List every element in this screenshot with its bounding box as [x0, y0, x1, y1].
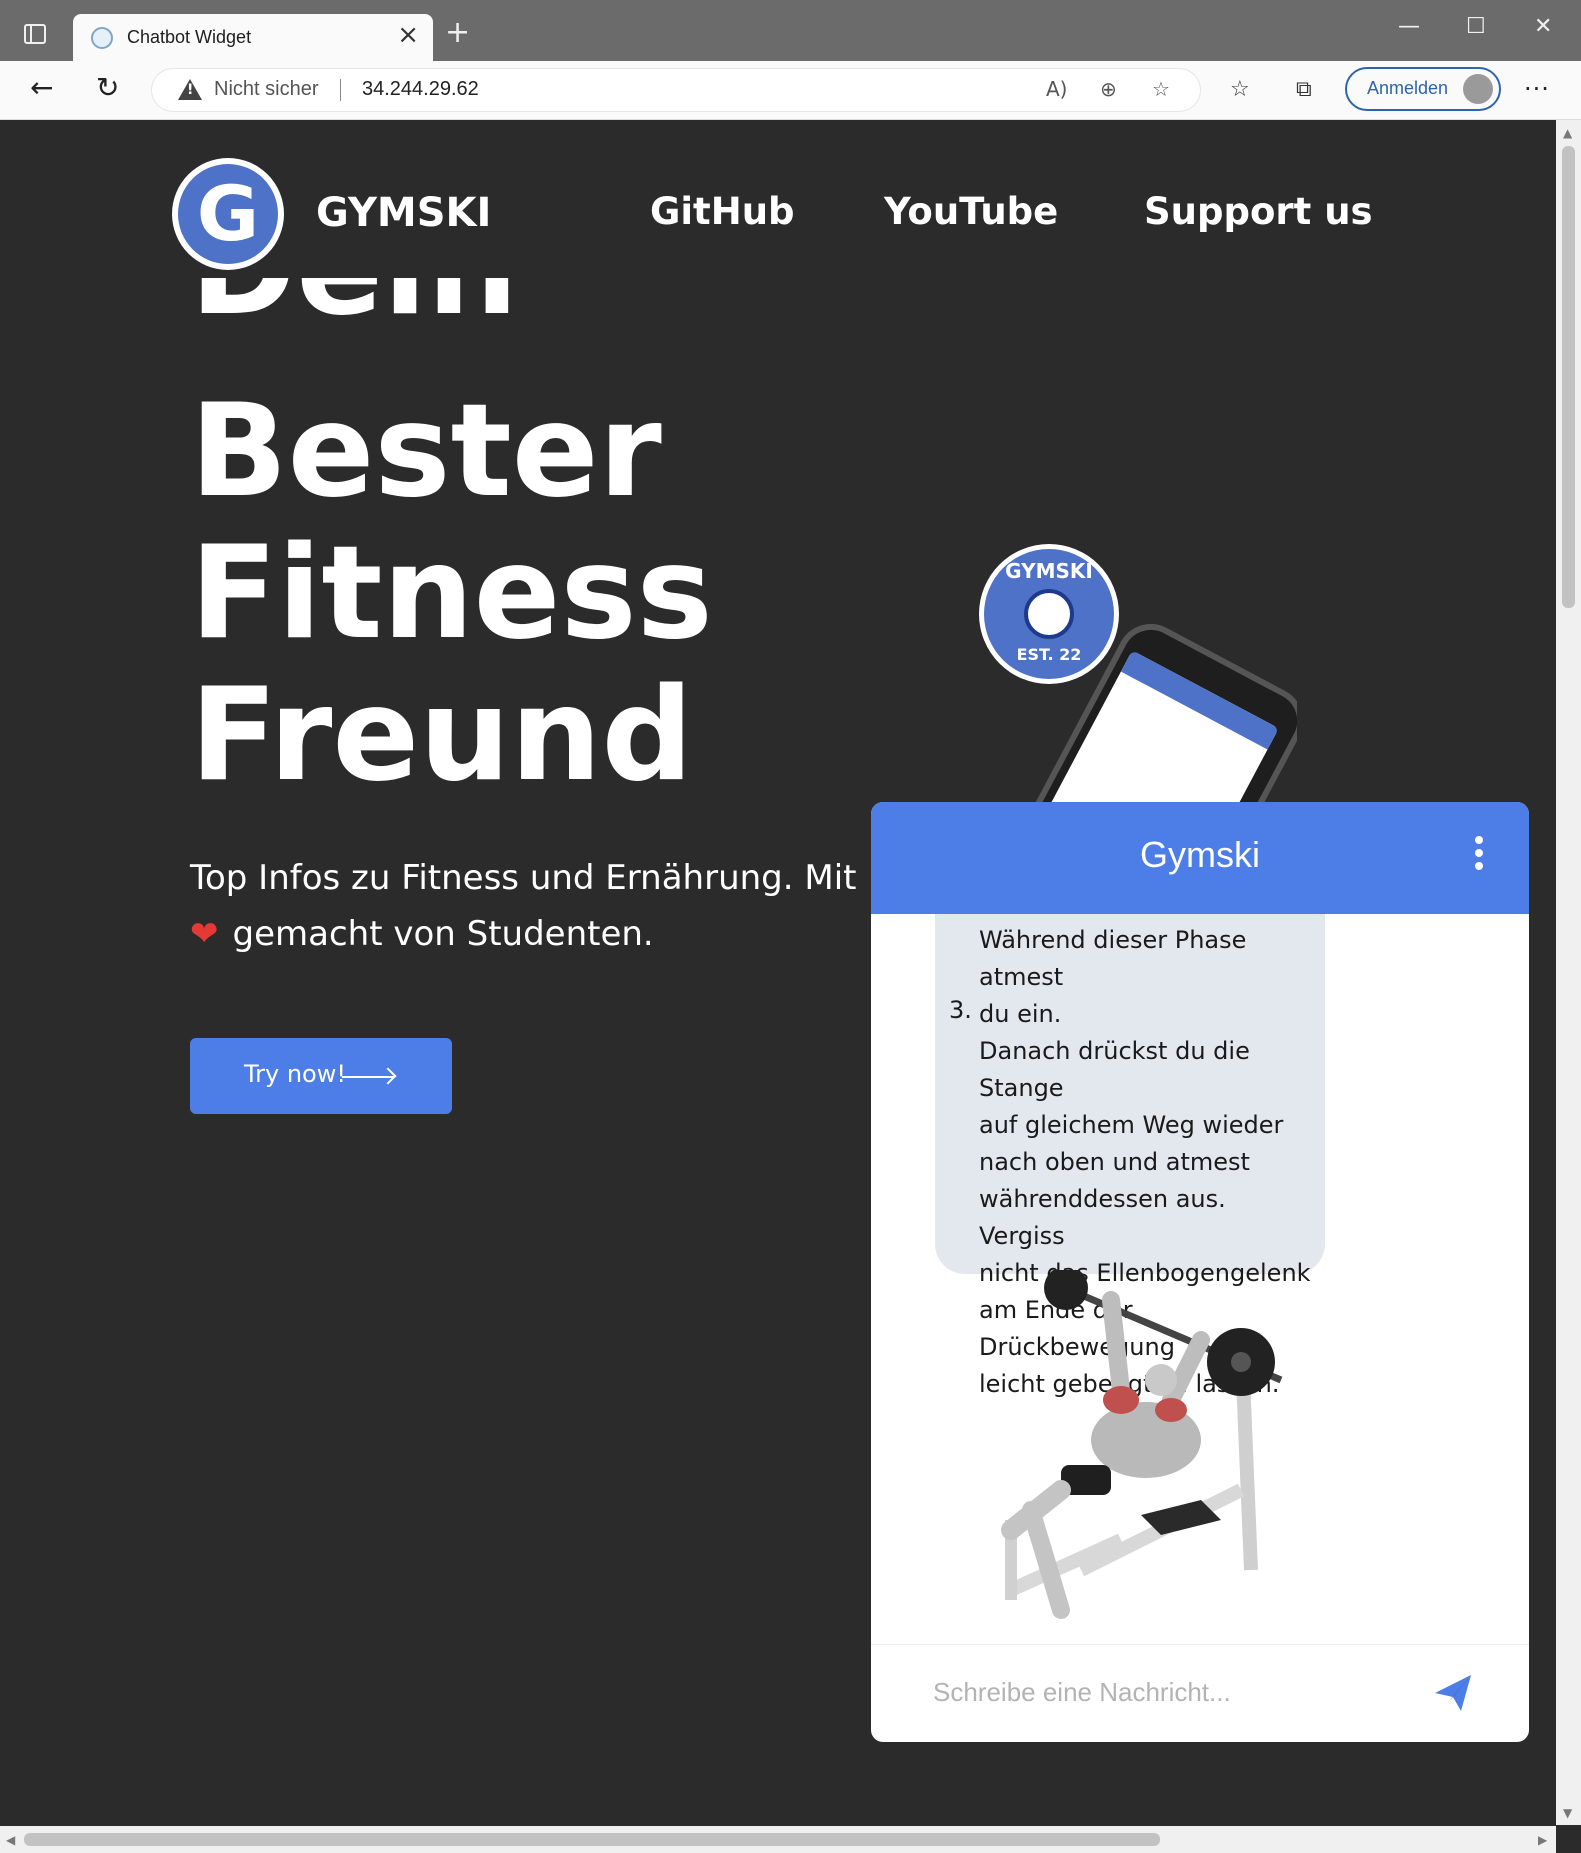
signin-button[interactable]: Anmelden	[1345, 67, 1501, 111]
address-bar[interactable]: Nicht sicher 34.244.29.62 A) ⊕ ☆	[152, 69, 1200, 111]
page-content: G GYMSKI GitHub YouTube Support us Dein …	[2, 120, 1553, 1825]
gymski-logo[interactable]: G	[172, 158, 284, 270]
scroll-right-icon[interactable]: ▶	[1538, 1833, 1547, 1847]
menu-kebab-icon[interactable]	[1475, 836, 1483, 875]
nav-link-github[interactable]: GitHub	[650, 190, 795, 233]
signin-label: Anmelden	[1367, 78, 1449, 98]
address-toolbar: ← ↻ Nicht sicher 34.244.29.62 A) ⊕ ☆ ☆ ⧉…	[0, 61, 1581, 120]
scroll-up-icon[interactable]: ▲	[1563, 126, 1572, 140]
nav-link-support[interactable]: Support us	[1144, 190, 1373, 233]
hero-line-3: Freund	[190, 661, 694, 810]
bench-press-illustration	[1001, 1270, 1283, 1619]
send-icon[interactable]	[1431, 1671, 1475, 1715]
tab-title: Chatbot Widget	[127, 27, 252, 47]
chat-header: Gymski	[871, 802, 1529, 914]
badge-bottom-text: EST. 22	[1016, 645, 1082, 664]
nav-link-youtube[interactable]: YouTube	[884, 190, 1058, 233]
reload-icon[interactable]: ↻	[96, 73, 119, 103]
message-line: Danach drückst du die Stange	[979, 1037, 1250, 1102]
scroll-left-icon[interactable]: ◀	[6, 1833, 15, 1847]
maximize-icon[interactable]: ☐	[1466, 16, 1486, 38]
new-tab-button[interactable]: +	[445, 18, 470, 48]
message-line: du ein.	[979, 1000, 1062, 1028]
message-line: nach oben und atmest	[979, 1148, 1250, 1176]
tab-favicon-icon	[91, 27, 113, 49]
vertical-scroll-thumb[interactable]	[1562, 146, 1575, 608]
browser-tab[interactable]: Chatbot Widget ×	[73, 14, 433, 61]
chat-footer: Schreibe eine Nachricht...	[871, 1644, 1529, 1742]
collections-icon[interactable]: ⧉	[1296, 77, 1312, 103]
message-line: Während dieser Phase atmest	[979, 926, 1247, 991]
avatar	[1463, 74, 1493, 104]
hero-subtitle: Top Infos zu Fitness und Ernährung. Mit …	[190, 850, 870, 962]
subtitle-line-a: Top Infos zu Fitness und Ernährung. Mit	[190, 858, 857, 898]
logo-letter: G	[196, 169, 260, 258]
browser-window: Chatbot Widget × + — ☐ ✕ ← ↻ Nicht siche…	[0, 0, 1581, 1853]
vertical-scrollbar[interactable]: ▲ ▼	[1556, 120, 1581, 1825]
more-icon[interactable]: ···	[1524, 75, 1550, 103]
hero-line-2: Fitness	[190, 519, 713, 668]
arrow-right-icon	[342, 1076, 394, 1078]
url-text[interactable]: 34.244.29.62	[362, 78, 479, 101]
message-line: auf gleichem Weg wieder	[979, 1111, 1284, 1139]
logo-circle: G	[178, 164, 278, 264]
chat-widget: Gymski Während dieser Phase atmest du ei…	[871, 802, 1529, 1742]
close-icon[interactable]: ×	[397, 22, 419, 48]
horizontal-scrollbar[interactable]: ◀ ▶	[0, 1826, 1556, 1853]
warning-icon	[178, 79, 202, 100]
security-label[interactable]: Nicht sicher	[214, 78, 318, 101]
tab-bar: Chatbot Widget × + — ☐ ✕	[0, 0, 1581, 61]
sidebar-toggle-icon[interactable]	[24, 24, 46, 44]
divider	[340, 79, 341, 101]
try-now-button[interactable]: Try now!	[190, 1038, 452, 1114]
list-number: 3.	[949, 996, 972, 1024]
subtitle-line-b: gemacht von Studenten.	[232, 914, 654, 954]
badge-top-text: GYMSKI	[1005, 559, 1093, 583]
message-input[interactable]: Schreibe eine Nachricht...	[933, 1677, 1231, 1708]
zoom-icon[interactable]: ⊕	[1100, 77, 1117, 101]
horizontal-scroll-thumb[interactable]	[24, 1833, 1160, 1846]
bot-message-bubble: Während dieser Phase atmest du ein. Dana…	[935, 914, 1325, 1398]
heart-icon: ❤	[190, 914, 219, 954]
favorites-icon[interactable]: ☆	[1230, 77, 1250, 103]
minimize-icon[interactable]: —	[1398, 16, 1420, 38]
chat-title: Gymski	[1140, 834, 1260, 875]
scroll-down-icon[interactable]: ▼	[1563, 1806, 1572, 1820]
hero-line-0: Dein	[190, 278, 518, 338]
back-icon[interactable]: ←	[30, 73, 53, 103]
window-close-icon[interactable]: ✕	[1534, 16, 1552, 38]
read-aloud-icon[interactable]: A)	[1046, 77, 1067, 101]
brand-name[interactable]: GYMSKI	[316, 190, 491, 236]
hero-line-clipped: Dein	[190, 278, 890, 338]
badge-face-icon	[1024, 589, 1074, 639]
phone-screen-header	[1120, 650, 1279, 750]
hero-line-1: Bester	[190, 377, 662, 526]
badge-circle: GYMSKI EST. 22	[984, 549, 1114, 679]
message-line: währenddessen aus. Vergiss	[979, 1185, 1226, 1250]
try-now-label: Try now!	[244, 1060, 346, 1088]
add-favorite-icon[interactable]: ☆	[1152, 77, 1170, 101]
gymski-badge: GYMSKI EST. 22	[979, 544, 1119, 684]
